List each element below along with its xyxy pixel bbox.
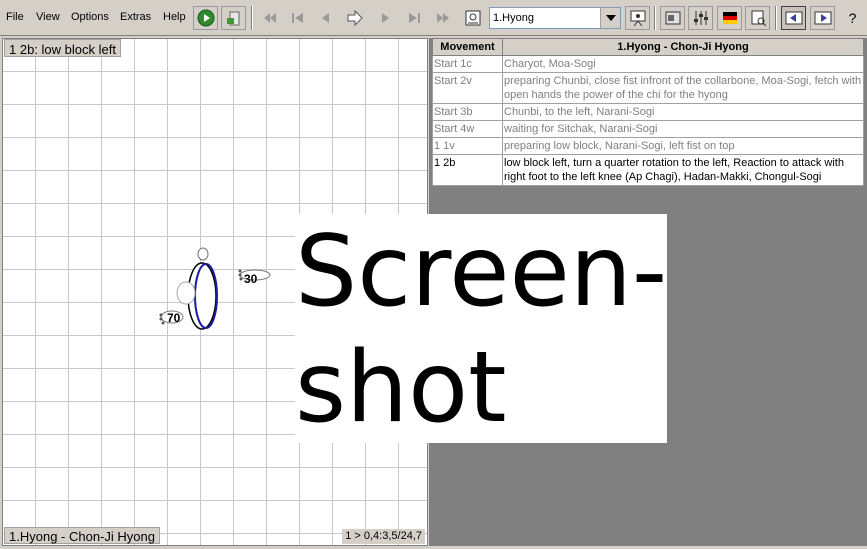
next-button[interactable] (372, 6, 397, 30)
step-forward-icon (381, 13, 389, 23)
movement-cell: 1 2b (432, 154, 503, 186)
hyong-select-value: 1.Hyong (493, 12, 534, 24)
arrow-right-icon (347, 10, 363, 26)
figure-icon (465, 10, 480, 26)
head-marker-icon (197, 247, 209, 261)
movement-cell: Start 1c (432, 55, 503, 73)
export-icon (226, 11, 239, 26)
angle-right-label: 30 (244, 272, 258, 286)
rewind-button[interactable] (257, 6, 282, 30)
body-figure (176, 262, 218, 330)
export-button[interactable] (221, 6, 246, 30)
print-preview-icon (751, 10, 766, 27)
description-cell: preparing Chunbi, close fist infront of … (502, 72, 864, 104)
column-header-hyong[interactable]: 1.Hyong - Chon-Ji Hyong (502, 38, 864, 56)
first-button[interactable] (285, 6, 310, 30)
previous-button[interactable] (313, 6, 338, 30)
presentation-button[interactable] (625, 6, 650, 30)
panel-left-icon (785, 11, 802, 25)
fast-forward-button[interactable] (430, 6, 455, 30)
step-back-icon (321, 13, 329, 23)
skip-first-icon (291, 13, 303, 23)
window-button[interactable] (660, 6, 685, 30)
help-icon: ? (848, 10, 857, 26)
flag-icon (722, 12, 737, 24)
presentation-icon (630, 10, 645, 27)
right-panel-button[interactable] (810, 6, 835, 30)
play-icon (197, 9, 214, 27)
hyong-select[interactable]: 1.Hyong (489, 7, 621, 29)
toolbar: File View Options Extras Help 1.Hyong ? (0, 0, 867, 36)
chevron-down-icon (605, 15, 616, 21)
play-button[interactable] (193, 6, 218, 30)
menu-view[interactable]: View (36, 11, 60, 23)
dropdown-button[interactable] (600, 8, 620, 28)
angle-left-label: 70 (167, 311, 181, 325)
menu-extras[interactable]: Extras (120, 11, 151, 23)
description-cell: Chunbi, to the left, Narani-Sogi (502, 103, 864, 121)
overlay-text: Screen- shot (295, 215, 668, 445)
left-panel-button[interactable] (781, 6, 806, 30)
table-row[interactable]: 1 1v preparing low block, Narani-Sogi, l… (432, 137, 864, 155)
skip-last-icon (408, 13, 420, 23)
language-button[interactable] (717, 6, 742, 30)
help-button[interactable]: ? (840, 6, 865, 30)
sliders-icon (693, 11, 708, 25)
fast-forward-icon (436, 13, 449, 23)
description-cell: low block left, turn a quarter rotation … (502, 154, 864, 186)
figure-button[interactable] (460, 6, 485, 30)
movement-cell: Start 2v (432, 72, 503, 104)
table-row[interactable]: Start 2v preparing Chunbi, close fist in… (432, 72, 864, 104)
column-header-movement[interactable]: Movement (432, 38, 503, 56)
movement-table: Movement 1.Hyong - Chon-Ji Hyong Start 1… (432, 38, 864, 186)
menu-file[interactable]: File (6, 11, 24, 23)
app-window: File View Options Extras Help 1.Hyong ? … (0, 0, 867, 549)
forward-button[interactable] (342, 6, 367, 30)
menu-help[interactable]: Help (163, 11, 186, 23)
table-row[interactable]: Start 1c Charyot, Moa-Sogi (432, 55, 864, 73)
menu-options[interactable]: Options (71, 11, 109, 23)
window-icon (665, 11, 680, 25)
canvas-footer: 1.Hyong - Chon-Ji Hyong (4, 527, 160, 544)
last-button[interactable] (401, 6, 426, 30)
canvas-status: 1 > 0,4:3,5/24,7 (342, 529, 425, 544)
rewind-icon (263, 13, 276, 23)
description-cell: Charyot, Moa-Sogi (502, 55, 864, 73)
movement-cell: Start 4w (432, 120, 503, 138)
print-preview-button[interactable] (745, 6, 770, 30)
movement-cell: 1 1v (432, 137, 503, 155)
table-row[interactable]: Start 4w waiting for Sitchak, Narani-Sog… (432, 120, 864, 138)
movement-cell: Start 3b (432, 103, 503, 121)
table-row[interactable]: Start 3b Chunbi, to the left, Narani-Sog… (432, 103, 864, 121)
panel-right-icon (814, 11, 831, 25)
settings-button[interactable] (688, 6, 713, 30)
table-row-selected[interactable]: 1 2b low block left, turn a quarter rota… (432, 154, 864, 186)
description-cell: waiting for Sitchak, Narani-Sogi (502, 120, 864, 138)
screenshot-overlay: Screen- shot (295, 214, 668, 445)
description-cell: preparing low block, Narani-Sogi, left f… (502, 137, 864, 155)
